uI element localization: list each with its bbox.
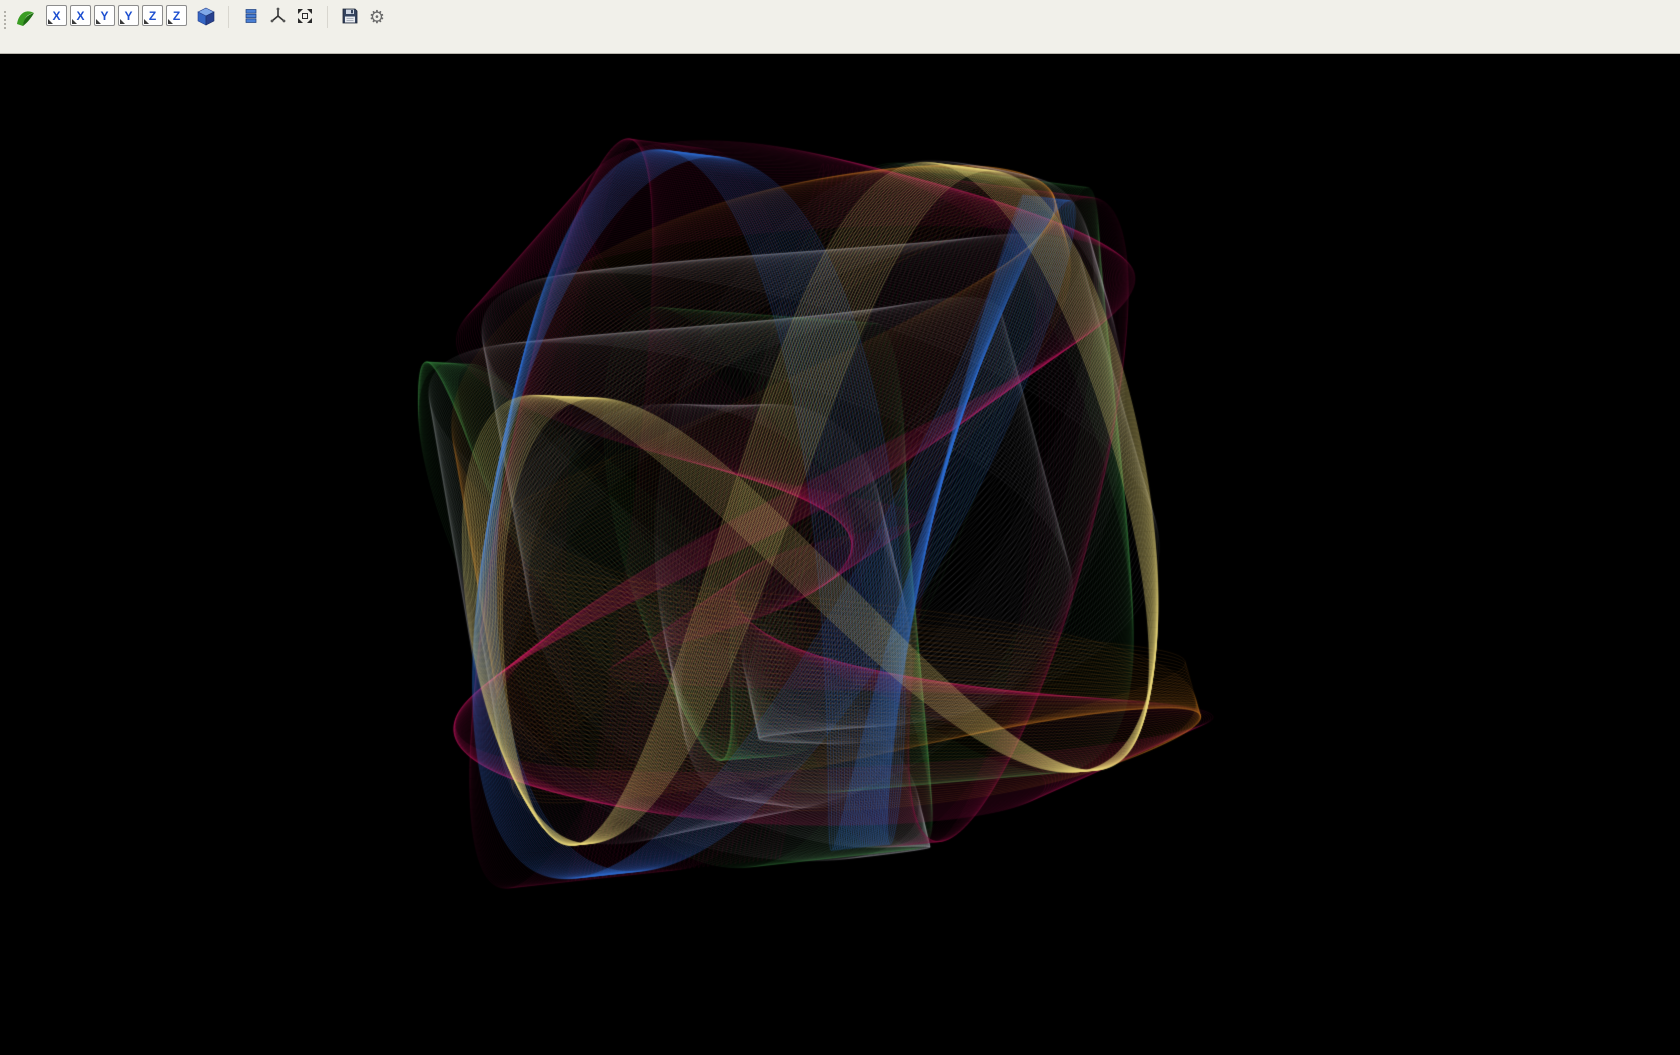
toolbar-separator: [228, 6, 229, 28]
axis-arrow-icon: [96, 19, 101, 24]
toolbar-separator: [327, 6, 328, 28]
isometric-view-button[interactable]: [194, 5, 218, 29]
axis-label: Z: [149, 9, 156, 23]
axes-cross-icon: [269, 7, 287, 28]
configure-scene-button[interactable]: ⚙: [365, 5, 389, 29]
gear-icon: ⚙: [369, 8, 385, 26]
layers-icon: [242, 7, 260, 28]
axis-arrow-icon: [120, 19, 125, 24]
axis-arrow-icon: [48, 19, 53, 24]
view-plus-z-button[interactable]: Z: [142, 5, 163, 26]
orientation-axes-button[interactable]: [266, 5, 290, 29]
view-minus-z-button[interactable]: Z: [166, 5, 187, 26]
axis-label: Y: [100, 9, 108, 23]
view-minus-x-button[interactable]: X: [70, 5, 91, 26]
scene-viewport: [0, 54, 1680, 1050]
app-logo-icon: [14, 6, 38, 30]
axis-arrow-icon: [168, 19, 173, 24]
axis-arrow-icon: [72, 19, 77, 24]
fullscreen-button[interactable]: [293, 5, 317, 29]
file-button-group: ⚙: [338, 5, 389, 29]
cube-3d-icon: [196, 6, 216, 29]
axis-label: X: [76, 9, 84, 23]
axis-label: X: [52, 9, 60, 23]
parallel-projection-button[interactable]: [239, 5, 263, 29]
view-minus-y-button[interactable]: Y: [118, 5, 139, 26]
view-plus-y-button[interactable]: Y: [94, 5, 115, 26]
save-scene-button[interactable]: [338, 5, 362, 29]
axis-arrow-icon: [144, 19, 149, 24]
3d-scene-canvas[interactable]: [0, 54, 1680, 1050]
axis-label: Y: [124, 9, 132, 23]
axis-label: Z: [173, 9, 180, 23]
floppy-disk-icon: [341, 7, 359, 28]
expand-arrows-icon: [296, 7, 314, 28]
toolbar-grip[interactable]: [4, 11, 8, 29]
toolbar: X X Y Y Z Z: [0, 0, 1680, 54]
view-tools-button-group: [239, 5, 317, 29]
view-plus-x-button[interactable]: X: [46, 5, 67, 26]
axis-view-button-group: X X Y Y Z Z: [46, 5, 218, 29]
